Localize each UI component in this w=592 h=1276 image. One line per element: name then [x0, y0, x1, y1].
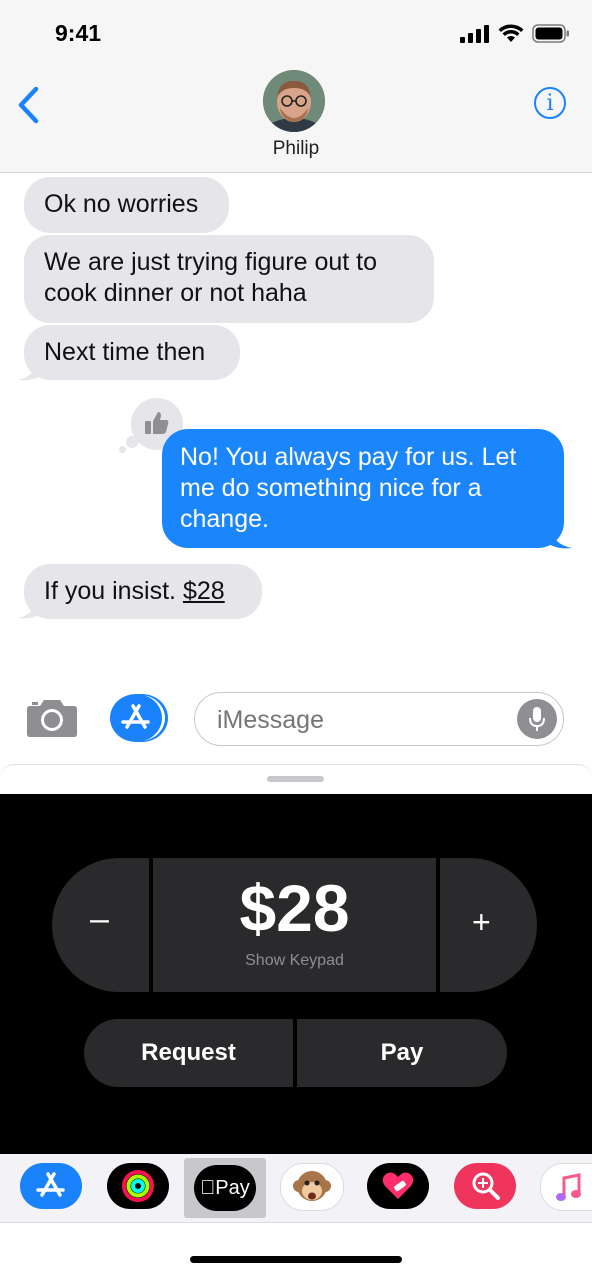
animoji-app[interactable]	[280, 1163, 344, 1211]
search-images-icon	[472, 1172, 500, 1200]
request-button[interactable]: Request	[84, 1019, 293, 1087]
message-text: We are just trying figure out to cook di…	[44, 248, 378, 307]
apple-pay-panel: – $28 Show Keypad + Request Pay	[0, 794, 592, 1154]
status-icons	[460, 24, 570, 43]
contact-avatar[interactable]	[263, 70, 325, 132]
message-outgoing[interactable]: No! You always pay for us. Let me do som…	[162, 429, 564, 548]
avatar-photo	[263, 70, 325, 132]
incoming-bubble-tail	[18, 360, 44, 381]
tapback-dot	[119, 446, 126, 453]
battery-icon	[532, 24, 569, 43]
activity-app[interactable]	[107, 1163, 169, 1209]
wifi-icon	[498, 24, 524, 42]
dictation-button[interactable]	[517, 699, 557, 739]
app-store-button[interactable]	[110, 694, 162, 742]
message-incoming[interactable]: If you insist. $28	[24, 564, 262, 619]
info-button[interactable]: i	[534, 87, 566, 119]
message-text: No! You always pay for us. Let me do som…	[180, 443, 517, 533]
music-icon	[556, 1173, 581, 1201]
apple-pay-app-selected[interactable]: Pay	[184, 1158, 266, 1218]
activity-icon	[122, 1170, 154, 1202]
home-indicator[interactable]	[190, 1256, 402, 1263]
message-incoming[interactable]: We are just trying figure out to cook di…	[24, 235, 434, 323]
chevron-left-icon	[18, 86, 39, 124]
app-strip: Pay	[0, 1154, 592, 1223]
app-store-app[interactable]	[20, 1163, 82, 1209]
status-time: 9:41	[55, 20, 102, 46]
music-app[interactable]	[540, 1163, 592, 1211]
thumbs-up-icon	[145, 412, 169, 434]
camera-icon	[27, 700, 77, 737]
decrease-amount-button[interactable]: –	[52, 858, 149, 992]
amount-display[interactable]: $28 Show Keypad	[153, 858, 436, 992]
microphone-icon	[529, 707, 545, 731]
message-text: If you insist.	[44, 577, 183, 605]
message-text-field[interactable]	[215, 705, 509, 736]
minus-icon: –	[90, 900, 109, 938]
increase-amount-button[interactable]: +	[440, 858, 537, 992]
app-store-icon	[36, 1172, 65, 1197]
incoming-bubble-tail	[18, 598, 44, 619]
apple-logo-icon: 	[200, 1177, 215, 1199]
plus-icon: +	[472, 904, 491, 940]
back-button[interactable]	[16, 86, 42, 129]
pay-button[interactable]: Pay	[297, 1019, 507, 1087]
app-store-icon	[121, 704, 150, 729]
search-images-app[interactable]	[454, 1163, 516, 1209]
message-input[interactable]	[194, 692, 564, 746]
heart-sticker-app[interactable]	[367, 1163, 429, 1209]
amount-value: $28	[239, 871, 350, 945]
contact-name[interactable]: Philip	[0, 138, 592, 160]
show-keypad-link[interactable]: Show Keypad	[153, 952, 436, 970]
info-icon: i	[546, 91, 554, 116]
amount-link[interactable]: $28	[183, 577, 225, 605]
camera-button[interactable]	[26, 698, 78, 743]
signal-icon	[460, 24, 489, 43]
apple-pay-app[interactable]: Pay	[194, 1165, 256, 1211]
tapback-dot	[126, 436, 138, 448]
apple-pay-label: Pay	[207, 1177, 249, 1199]
outgoing-bubble-tail	[546, 528, 572, 549]
message-text: Ok no worries	[44, 190, 199, 218]
message-incoming[interactable]: Next time then	[24, 325, 240, 380]
animoji-icon	[293, 1171, 331, 1201]
drawer-grabber[interactable]	[267, 776, 324, 782]
heart-sticker-icon	[382, 1172, 414, 1199]
message-incoming[interactable]: Ok no worries	[24, 177, 229, 233]
message-text: Next time then	[44, 338, 206, 366]
